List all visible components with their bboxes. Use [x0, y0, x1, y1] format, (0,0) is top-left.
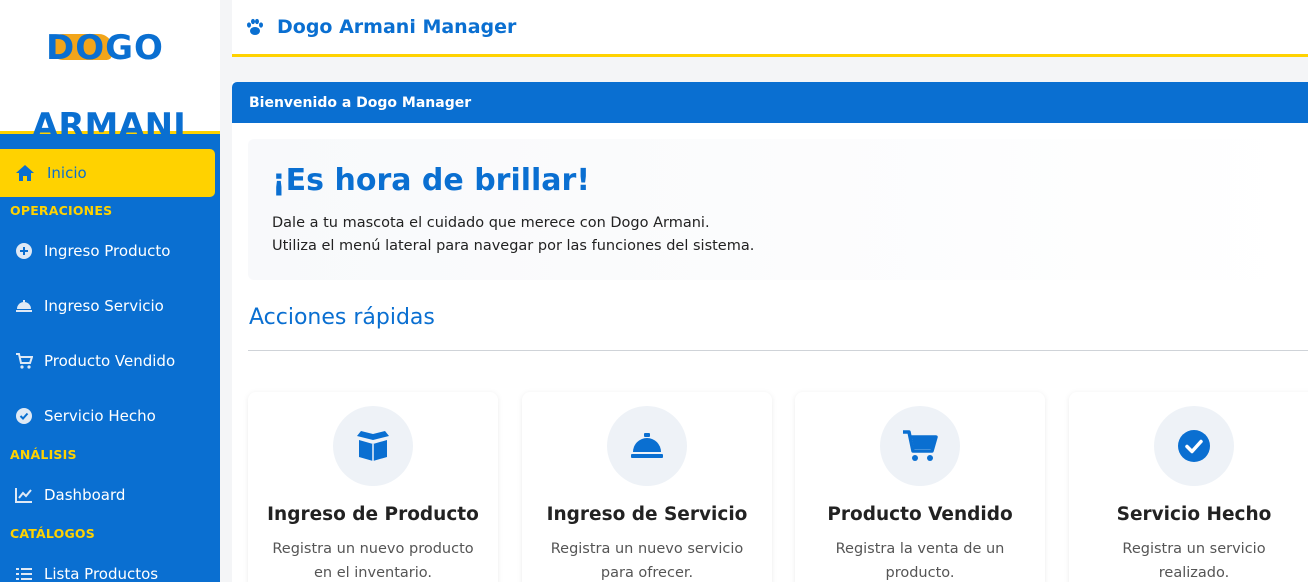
- logo-line-1: DOGO: [46, 28, 164, 68]
- welcome-card: Bienvenido a Dogo Manager ¡Es hora de br…: [232, 82, 1308, 582]
- sidebar: DOGO ARMANI Inicio OPERACIONES Ingreso P…: [0, 0, 220, 582]
- icon-circle: [333, 406, 413, 486]
- sidebar-item-lista-productos[interactable]: Lista Productos: [0, 554, 220, 582]
- sidebar-item-dashboard[interactable]: Dashboard: [0, 475, 220, 515]
- home-icon: [16, 165, 34, 181]
- check-circle-icon: [1178, 430, 1210, 462]
- sidebar-item-servicio-hecho[interactable]: Servicio Hecho: [0, 396, 220, 436]
- sidebar-item-producto-vendido[interactable]: Producto Vendido: [0, 341, 220, 381]
- icon-circle: [880, 406, 960, 486]
- quick-action-producto-vendido[interactable]: Producto Vendido Registra la venta de un…: [795, 392, 1045, 582]
- quick-action-desc: Registra un nuevo producto en el inventa…: [272, 541, 474, 581]
- dogo-armani-logo[interactable]: DOGO ARMANI: [32, 28, 188, 146]
- quick-actions-title: Acciones rápidas: [249, 305, 435, 330]
- hero-text-1: Dale a tu mascota el cuidado que merece …: [272, 215, 710, 231]
- plus-circle-icon: [15, 242, 33, 260]
- logo-line-2: ARMANI: [32, 106, 186, 146]
- cart-icon: [903, 430, 938, 461]
- service-bell-icon: [15, 297, 33, 315]
- sidebar-item-inicio[interactable]: Inicio: [0, 149, 215, 197]
- sidebar-item-label: Producto Vendido: [44, 352, 176, 370]
- quick-action-title: Producto Vendido: [827, 504, 1013, 525]
- quick-action-servicio-hecho[interactable]: Servicio Hecho Registra un servicio real…: [1069, 392, 1308, 582]
- sidebar-item-ingreso-producto[interactable]: Ingreso Producto: [0, 231, 220, 271]
- list-icon: [15, 565, 33, 582]
- icon-circle: [607, 406, 687, 486]
- line-chart-icon: [15, 486, 33, 504]
- sidebar-item-label: Lista Productos: [44, 565, 159, 582]
- quick-action-desc: Registra un servicio realizado.: [1122, 541, 1266, 581]
- divider: [248, 350, 1308, 351]
- sidebar-item-label: Inicio: [47, 164, 87, 182]
- check-circle-icon: [15, 407, 33, 425]
- card-header: Bienvenido a Dogo Manager: [232, 82, 1308, 123]
- quick-action-ingreso-servicio[interactable]: Ingreso de Servicio Registra un nuevo se…: [522, 392, 772, 582]
- hero-title: ¡Es hora de brillar!: [272, 163, 591, 198]
- quick-action-title: Ingreso de Servicio: [546, 504, 748, 525]
- quick-action-desc: Registra un nuevo servicio para ofrecer.: [550, 541, 744, 581]
- paw-icon: [247, 18, 263, 35]
- sidebar-item-label: Ingreso Producto: [44, 242, 171, 260]
- app-title: Dogo Armani Manager: [277, 16, 517, 38]
- sidebar-item-label: Ingreso Servicio: [44, 297, 164, 315]
- sidebar-item-label: Dashboard: [44, 486, 126, 504]
- logo-area: DOGO ARMANI: [0, 0, 220, 146]
- quick-action-title: Servicio Hecho: [1116, 504, 1272, 525]
- cart-icon: [15, 352, 33, 370]
- sidebar-item-ingreso-servicio[interactable]: Ingreso Servicio: [0, 286, 220, 326]
- section-operaciones: OPERACIONES: [10, 203, 113, 218]
- quick-action-ingreso-producto[interactable]: Ingreso de Producto Registra un nuevo pr…: [248, 392, 498, 582]
- section-catalogos: CATÁLOGOS: [10, 526, 95, 541]
- service-bell-icon: [631, 433, 663, 458]
- top-bar: Dogo Armani Manager: [232, 0, 1308, 57]
- hero-text-2: Utiliza el menú lateral para navegar por…: [272, 238, 755, 254]
- icon-circle: [1154, 406, 1234, 486]
- box-icon: [357, 431, 389, 461]
- hero-banner: ¡Es hora de brillar! Dale a tu mascota e…: [248, 139, 1308, 280]
- section-analisis: ANÁLISIS: [10, 447, 77, 462]
- quick-action-title: Ingreso de Producto: [267, 504, 479, 525]
- quick-action-desc: Registra la venta de un producto.: [835, 541, 1005, 581]
- sidebar-item-label: Servicio Hecho: [44, 407, 156, 425]
